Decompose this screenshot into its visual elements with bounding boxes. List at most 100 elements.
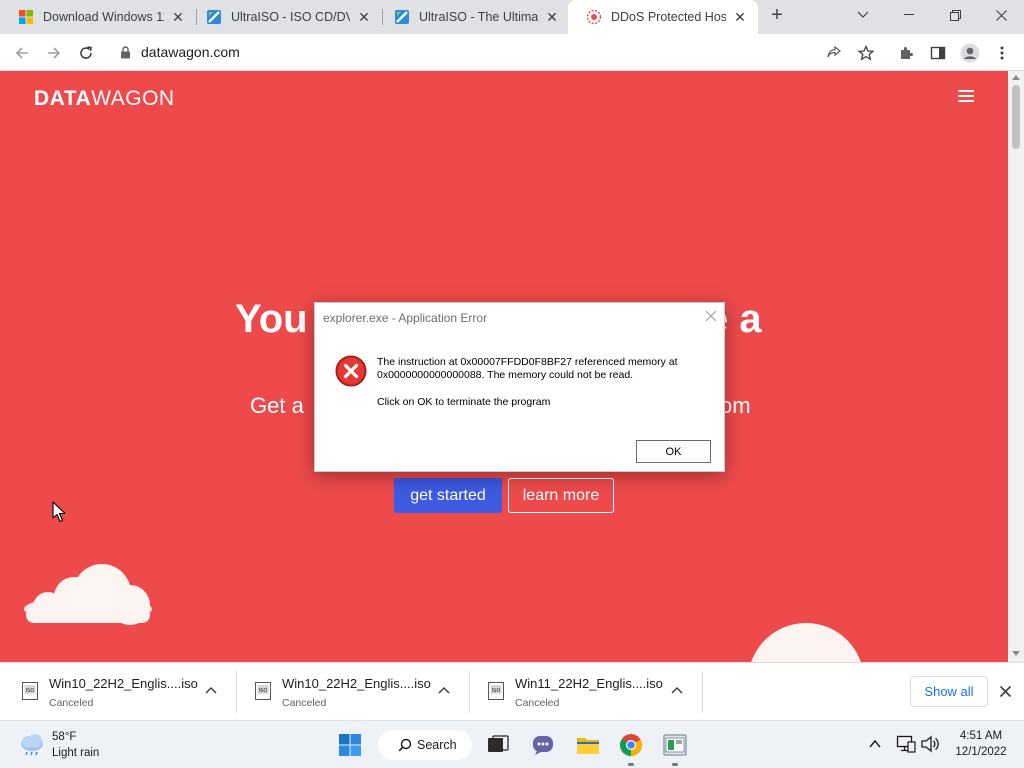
close-shelf-icon[interactable]: [999, 685, 1012, 698]
profile-button[interactable]: [956, 39, 984, 67]
chevron-up-icon[interactable]: [671, 685, 683, 697]
windows-logo-icon: [19, 10, 33, 24]
iso-file-icon: ISO: [488, 682, 504, 700]
hero-title-left: You: [235, 297, 308, 341]
site-logo[interactable]: DATAWAGON: [34, 87, 175, 111]
dialog-instruction: Click on OK to terminate the program: [377, 396, 551, 408]
mouse-cursor-icon: [52, 501, 66, 523]
new-tab-button[interactable]: +: [764, 0, 790, 30]
logo-light-text: WAGON: [91, 87, 175, 110]
extensions-button[interactable]: [892, 39, 920, 67]
tab-strip: Download Windows 11 ✕ UltraISO - ISO CD/…: [0, 0, 1024, 34]
download-item[interactable]: ISO Win10_22H2_Englis....iso Canceled: [0, 663, 233, 721]
get-started-button[interactable]: get started: [394, 478, 502, 513]
reload-icon: [80, 46, 92, 59]
tab-search-icon[interactable]: [840, 0, 886, 30]
rain-cloud-icon[interactable]: [18, 733, 46, 757]
dialog-close-icon[interactable]: [704, 309, 718, 323]
svg-text:ISO: ISO: [492, 688, 501, 694]
download-filename: Win10_22H2_Englis....iso: [282, 676, 431, 691]
scrollbar-thumb[interactable]: [1012, 85, 1020, 149]
hamburger-menu-icon[interactable]: [958, 90, 974, 103]
back-arrow-icon: [15, 47, 28, 59]
address-bar[interactable]: datawagon.com: [106, 37, 886, 67]
clock-date[interactable]: 12/1/2022: [950, 746, 1012, 758]
start-windows-icon[interactable]: [338, 733, 362, 757]
tab-title: Download Windows 11: [43, 10, 164, 24]
svg-text:ISO: ISO: [259, 688, 268, 694]
tab-title: DDoS Protected Hosting: [611, 10, 726, 24]
scroll-up-arrow-icon[interactable]: [1012, 75, 1020, 80]
lock-icon: [121, 45, 130, 58]
clock-time[interactable]: 4:51 AM: [950, 730, 1012, 742]
dialog-message: The instruction at 0x00007FFDD0F8BF27 re…: [377, 356, 707, 382]
download-item[interactable]: ISO Win10_22H2_Englis....iso Canceled: [233, 663, 466, 721]
download-item[interactable]: ISO Win11_22H2_Englis....iso Canceled: [466, 663, 699, 721]
cloud-decoration: [751, 623, 861, 662]
kebab-menu-icon: [1000, 46, 1004, 60]
chevron-up-icon[interactable]: [205, 685, 217, 697]
volume-icon[interactable]: [920, 735, 940, 753]
avatar-icon: [960, 43, 980, 63]
bookmark-button[interactable]: [852, 39, 880, 67]
tab-download-windows[interactable]: Download Windows 11 ✕: [0, 0, 196, 34]
chevron-up-icon[interactable]: [438, 685, 450, 697]
taskbar-search-box[interactable]: Search: [378, 730, 472, 760]
dialog-title: explorer.exe - Application Error: [323, 311, 488, 325]
iso-file-icon: ISO: [22, 682, 38, 700]
network-icon[interactable]: [896, 735, 916, 753]
tab-title: UltraISO - ISO CD/DVD: [231, 10, 350, 24]
tab-ultraiso-2[interactable]: UltraISO - The Ultimate ✕: [376, 0, 570, 34]
side-panel-icon: [930, 46, 946, 60]
restore-button[interactable]: [932, 0, 978, 30]
reload-button[interactable]: [72, 39, 100, 67]
chrome-menu-button[interactable]: [988, 39, 1016, 67]
show-all-downloads-button[interactable]: Show all: [910, 676, 988, 707]
scroll-down-arrow-icon[interactable]: [1012, 651, 1020, 656]
teams-chat-icon[interactable]: [531, 733, 555, 757]
datawagon-icon: [586, 9, 602, 25]
chevron-up-icon[interactable]: [868, 737, 882, 751]
tab-close-icon[interactable]: ✕: [732, 9, 748, 25]
download-filename: Win10_22H2_Englis....iso: [49, 676, 198, 691]
weather-description: Light rain: [52, 747, 100, 759]
tab-close-icon[interactable]: ✕: [544, 9, 560, 25]
puzzle-icon: [901, 47, 913, 59]
forward-button[interactable]: [40, 39, 68, 67]
browser-toolbar: datawagon.com: [0, 34, 1024, 71]
share-button[interactable]: [820, 39, 848, 67]
chrome-icon[interactable]: [619, 733, 643, 757]
tab-ddos-hosting[interactable]: DDoS Protected Hosting ✕: [568, 0, 758, 34]
logo-bold-text: DATA: [34, 87, 92, 110]
task-view-icon[interactable]: [486, 733, 510, 757]
running-indicator: [672, 763, 678, 766]
close-window-button[interactable]: [978, 0, 1024, 30]
search-label: Search: [417, 738, 457, 752]
ultraiso-icon: [395, 10, 409, 24]
application-error-dialog: explorer.exe - Application Error The ins…: [314, 302, 725, 472]
running-indicator: [628, 763, 634, 766]
disk-image-app-icon[interactable]: [663, 733, 687, 757]
download-status: Canceled: [282, 697, 327, 709]
tab-close-icon[interactable]: ✕: [356, 9, 372, 25]
share-icon: [827, 45, 842, 58]
hero-subtitle-left: Get a: [250, 393, 304, 418]
url-text: datawagon.com: [141, 44, 240, 60]
iso-file-icon: ISO: [255, 682, 271, 700]
dialog-message-line-2: 0x0000000000000088. The memory could not…: [377, 369, 634, 381]
learn-more-button[interactable]: learn more: [508, 478, 614, 513]
minimize-button[interactable]: [886, 0, 932, 30]
file-explorer-icon[interactable]: [576, 733, 600, 757]
cloud-decoration: [24, 564, 152, 625]
windows-taskbar: 58°F Light rain Search 4:51 AM 12/1/2022: [0, 720, 1024, 768]
tab-close-icon[interactable]: ✕: [170, 9, 186, 25]
forward-arrow-icon: [48, 47, 61, 59]
back-button[interactable]: [8, 39, 36, 67]
tab-ultraiso-1[interactable]: UltraISO - ISO CD/DVD ✕: [188, 0, 382, 34]
star-icon: [858, 45, 874, 61]
vertical-scrollbar[interactable]: [1008, 71, 1024, 662]
side-panel-button[interactable]: [924, 39, 952, 67]
weather-temperature: 58°F: [52, 731, 77, 743]
download-status: Canceled: [515, 697, 560, 709]
ok-button[interactable]: OK: [636, 440, 711, 463]
